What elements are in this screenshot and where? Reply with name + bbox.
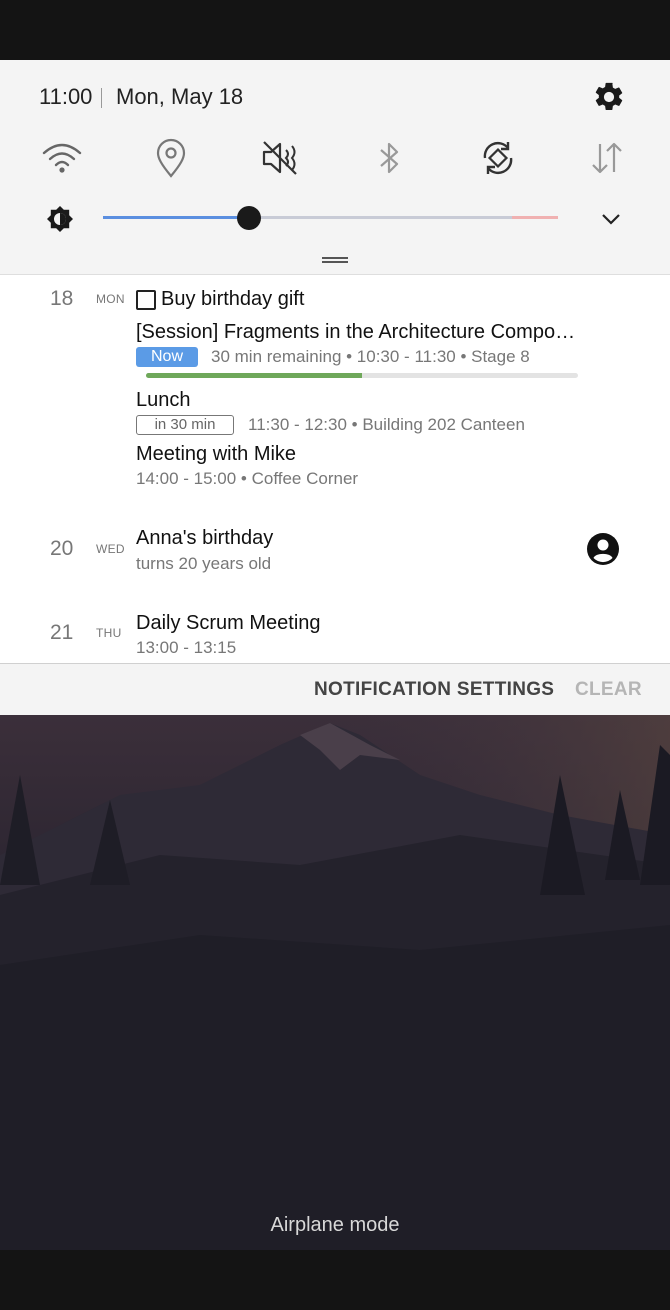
brightness-track [249, 216, 512, 219]
event-title[interactable]: Daily Scrum Meeting [136, 612, 321, 635]
brightness-thumb[interactable] [237, 206, 261, 230]
task-checkbox[interactable] [136, 290, 156, 310]
event-meta: 11:30 - 12:30 • Building 202 Canteen [248, 415, 525, 434]
wallpaper-image [0, 715, 670, 1250]
settings-gear-icon[interactable] [592, 80, 626, 114]
sound-off-icon[interactable] [258, 136, 302, 180]
notification-settings-button[interactable]: NOTIFICATION SETTINGS [314, 679, 554, 701]
date-label: Mon, May 18 [116, 84, 244, 109]
clear-button[interactable]: CLEAR [575, 679, 642, 701]
status-bar [0, 0, 670, 60]
event-meta: 13:00 - 13:15 [136, 638, 237, 657]
day-number: 18 [50, 287, 74, 310]
auto-rotate-icon[interactable] [476, 136, 520, 180]
wifi-icon[interactable] [40, 136, 84, 180]
event-meta: turns 20 years old [136, 554, 272, 573]
drag-handle[interactable] [322, 257, 348, 263]
event-title[interactable]: Anna's birthday [136, 527, 273, 550]
event-title[interactable]: Meeting with Mike [136, 443, 296, 466]
upcoming-badge: in 30 min [136, 415, 234, 435]
navigation-bar [0, 1250, 670, 1310]
contact-avatar-icon[interactable] [586, 532, 620, 566]
now-badge: Now [136, 347, 198, 367]
mobile-data-icon[interactable] [585, 136, 629, 180]
brightness-fill [103, 216, 249, 219]
clock: 11:00 [39, 84, 93, 109]
quick-settings-panel: 11:00 Mon, May 18 [0, 60, 670, 275]
task-title: Buy birthday gift [161, 288, 305, 310]
brightness-slider[interactable] [103, 206, 558, 230]
divider [101, 88, 102, 108]
event-title[interactable]: [Session] Fragments in the Architecture … [136, 321, 575, 344]
day-number: 20 [50, 537, 74, 560]
brightness-high-zone [512, 216, 558, 219]
airplane-mode-label: Airplane mode [270, 1214, 400, 1236]
day-name: MON [96, 292, 125, 306]
location-icon[interactable] [149, 136, 193, 180]
calendar-notification[interactable]: 18 MON Buy birthday gift [Session] Fragm… [0, 275, 670, 663]
event-progress-bar [146, 373, 578, 378]
day-number: 21 [50, 621, 74, 644]
event-meta: 30 min remaining • 10:30 - 11:30 • Stage… [211, 347, 530, 366]
day-name: THU [96, 626, 122, 640]
day-name: WED [96, 542, 125, 556]
event-title[interactable]: Lunch [136, 389, 191, 412]
notification-actions: NOTIFICATION SETTINGS CLEAR [0, 663, 670, 716]
event-progress-fill [146, 373, 362, 378]
event-meta: 14:00 - 15:00 • Coffee Corner [136, 469, 359, 488]
bluetooth-icon[interactable] [367, 136, 411, 180]
chevron-down-icon[interactable] [596, 204, 626, 234]
brightness-icon [47, 206, 73, 232]
